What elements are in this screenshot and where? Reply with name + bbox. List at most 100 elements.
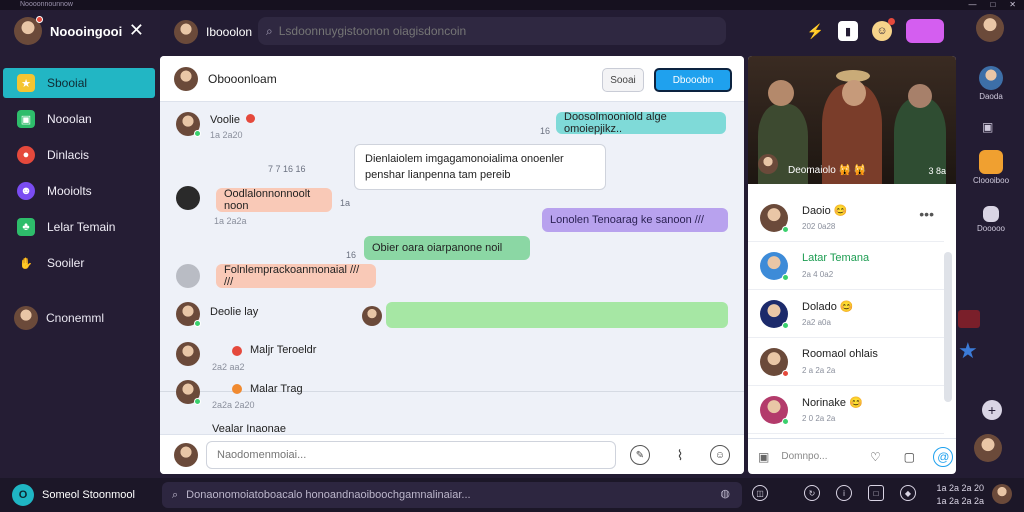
add-icon[interactable]: + [982,400,1002,420]
list-item[interactable]: Latar Temana 2a 4 0a2 [748,242,944,290]
message-bubble[interactable] [386,302,728,328]
avatar [760,299,789,329]
avatar [176,380,201,405]
sidebar-item-1[interactable]: ▣ Nooolan [3,104,155,134]
message-text: Dienlaiolem imgagamonoialima onoenler pe… [365,153,564,181]
heart-icon[interactable]: ♡ [865,447,885,467]
bottom-bar: O Someol Stoonmool ⌕ Donaonomoiatoboacal… [0,478,1024,512]
more-icon[interactable]: ••• [919,206,934,222]
minimize-icon[interactable]: — [968,0,976,10]
message-text: Obier oara oiarpanone noil [372,242,503,254]
list-item[interactable]: Norinake 😊 2 0 2a 2a [748,386,944,434]
message-input[interactable] [206,441,616,469]
sidebar-item-5[interactable]: ✋ Sooiler [3,248,155,278]
close-icon[interactable]: ✕ [129,20,144,41]
list-item-name: Maljr Teroeldr [250,344,317,356]
sidebar-item-4[interactable]: ♣ Lelar Temain [3,212,155,242]
message-bubble[interactable]: Dienlaiolem imgagamonoialima onoenler pe… [354,144,606,190]
maximize-icon[interactable]: □ [990,0,995,10]
list-item-time: 2a2a 2a20 [212,400,255,410]
user-time: 202 0a28 [802,222,836,231]
user-time: 2 0 2a 2a [802,414,836,423]
chat-avatar[interactable] [174,66,198,91]
message-meta: 16 [346,250,357,260]
rail-item[interactable]: Cloooiboo [970,150,1012,185]
emoji-icon[interactable]: ☺ [872,18,895,41]
brand-name: Someol Stoonmool [42,489,135,501]
profile-toggle[interactable] [906,19,944,43]
primary-button[interactable]: Dbooobn [654,68,732,92]
message-bubble[interactable]: Doosolmooniold alge omoiepjikz.. [556,111,726,135]
avatar [760,203,789,233]
search-bar[interactable]: ⌕ [258,17,726,45]
list-item-time: 2a2 aa2 [212,362,245,372]
badge-icon [958,310,980,328]
avatar [176,302,201,327]
info-icon[interactable]: i [836,485,852,501]
bolt-icon[interactable]: ⚡ [807,23,824,40]
panel-input[interactable]: Domnpo... [781,451,851,462]
avatar[interactable] [974,434,1002,462]
attach-icon[interactable]: ⌇ [670,445,690,465]
copy-icon[interactable]: ◫ [752,485,768,501]
sidebar-item-label: Sbooial [47,76,88,90]
rail-item-label: Dooooo [976,224,1006,233]
secondary-button[interactable]: Sooai [602,68,644,92]
brand-logo[interactable]: O [12,484,34,506]
hand-icon: ✋ [19,257,33,270]
rail-item[interactable]: Daoda [970,66,1012,101]
chat-bubble-icon [979,150,1003,174]
close-window-icon[interactable]: ✕ [1009,0,1016,10]
message-time: 1a 2a2a [214,216,247,226]
sidebar-user[interactable]: Cnonemml [14,306,104,330]
rail-item[interactable]: Dooooo [970,206,1012,233]
avatar[interactable] [976,14,1004,42]
user-name: Latar Temana [802,252,870,264]
bottom-search[interactable]: ⌕ Donaonomoiatoboacalo honoandnaoiboochg… [162,482,742,508]
chat-title: Obooonloam [208,71,277,86]
search-input[interactable] [278,24,699,38]
photo-count: 3 8a [928,166,946,176]
star-icon[interactable]: ★ [958,338,978,364]
message-bubble[interactable]: Lonolen Tenoarag ke sanoon /// [542,208,728,232]
image-icon[interactable]: ▣ [982,120,993,134]
header-avatar[interactable] [174,20,198,44]
list-item[interactable]: Daoio 😊 202 0a28 ••• [748,194,944,242]
sidebar-item-2[interactable]: ● Dinlacis [3,140,155,170]
chat-panel: Obooonloam Sooai Dbooobn Voolie 1a 2a20 … [160,56,744,474]
avatar [760,251,789,281]
emoji-icon[interactable]: ☺ [710,445,730,465]
message-bubble[interactable]: Oodlalonnonnoolt noon [216,188,332,212]
mention-icon[interactable]: @ [933,446,954,467]
robot-icon [983,206,999,222]
user-time: 2a2 a0a [802,318,831,327]
refresh-icon[interactable]: ↻ [804,485,820,501]
sidebar-item-3[interactable]: ☻ Mooiolts [3,176,155,206]
pen-icon[interactable]: ✎ [630,445,650,465]
image-icon[interactable]: ▣ [758,450,769,464]
shield-icon[interactable]: ◆ [900,485,916,501]
bookmark-icon[interactable]: ▮ [838,21,858,41]
sidebar-nav: ★ Sbooial ▣ Nooolan ● Dinlacis ☻ Mooiolt… [3,68,155,284]
message-time: 1a 2a20 [210,130,243,140]
user-name: Norinake 😊 [802,397,863,409]
rail-item-label: Daoda [979,92,1003,101]
right-rail: Daoda ▣ Cloooiboo Dooooo ★ + [958,14,1024,474]
mic-icon[interactable]: ◍ [720,487,730,500]
message-text: Doosolmooniold alge omoiepjikz.. [564,111,667,135]
photo-caption: Deomaiolo 🙀 🙀 [788,165,867,176]
message-bubble[interactable]: Folnlemprackoanmonaial /// /// [216,264,376,288]
list-item[interactable]: Roomaol ohlais 2 a 2a 2a [748,338,944,386]
avatar[interactable] [992,484,1012,504]
message-meta: 7 7 16 16 [268,164,306,174]
list-item[interactable]: Dolado 😊 2a2 a0a [748,290,944,338]
scrollbar[interactable] [944,252,952,402]
sidebar-item-label: Nooolan [47,112,92,126]
sidebar-item-0[interactable]: ★ Sbooial [3,68,155,98]
chat-icon[interactable]: ▢ [899,447,919,467]
account-avatar[interactable] [14,16,43,45]
clock: 1a 2a 2a 20 1a 2a 2a 2a [918,482,984,508]
message-bubble[interactable]: Obier oara oiarpanone noil [364,236,530,260]
featured-photo[interactable]: Deomaiolo 🙀 🙀 3 8a [748,56,956,184]
window-icon[interactable]: □ [868,485,884,501]
